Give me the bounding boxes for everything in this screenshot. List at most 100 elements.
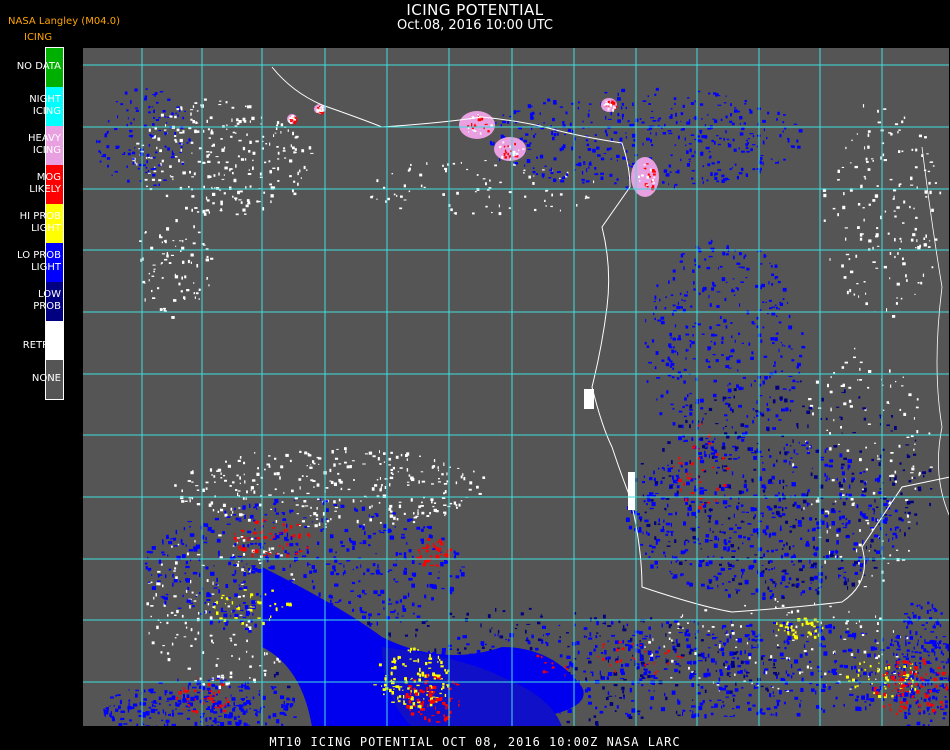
cloud-pixel <box>222 503 226 507</box>
cloud-pixel <box>906 625 909 628</box>
cloud-pixel <box>776 332 779 335</box>
cloud-pixel <box>801 508 803 511</box>
cloud-pixel <box>793 123 798 125</box>
cloud-pixel <box>933 623 936 626</box>
cloud-pixel <box>362 611 367 614</box>
cloud-pixel <box>559 654 563 658</box>
cloud-pixel <box>596 620 599 626</box>
cloud-pixel <box>148 111 151 114</box>
cloud-pixel <box>638 631 643 635</box>
cloud-pixel <box>877 121 881 124</box>
cloud-pixel <box>677 352 679 356</box>
cloud-pixel <box>589 161 592 164</box>
cloud-pixel <box>177 607 182 609</box>
cloud-pixel <box>264 673 267 677</box>
cloud-pixel <box>397 471 399 473</box>
cloud-pixel <box>935 636 938 639</box>
cloud-pixel <box>714 703 718 708</box>
cloud-pixel <box>734 107 737 109</box>
cloud-pixel <box>675 511 677 516</box>
cloud-pixel <box>250 570 256 574</box>
cloud-pixel <box>456 191 459 195</box>
cloud-pixel <box>643 668 645 671</box>
cloud-pixel <box>691 705 696 708</box>
cloud-pixel <box>218 715 222 717</box>
cloud-pixel <box>164 129 167 131</box>
cloud-pixel <box>444 560 447 564</box>
cloud-pixel <box>326 508 329 512</box>
cloud-pixel <box>187 521 192 523</box>
cloud-pixel <box>97 140 101 143</box>
cloud-pixel <box>719 137 722 140</box>
cloud-pixel <box>762 119 766 123</box>
cloud-pixel <box>774 304 777 306</box>
cloud-pixel <box>934 609 938 612</box>
cloud-pixel <box>690 305 693 308</box>
cloud-pixel <box>905 635 907 639</box>
cloud-pixel <box>294 148 297 151</box>
cloud-pixel <box>694 258 696 263</box>
cloud-pixel <box>893 670 896 673</box>
cloud-pixel <box>286 523 288 528</box>
cloud-pixel <box>247 173 252 175</box>
cloud-pixel <box>762 380 765 385</box>
cloud-pixel <box>894 123 899 126</box>
cloud-pixel <box>557 132 559 136</box>
cloud-pixel <box>547 98 551 102</box>
cloud-pixel <box>772 691 774 694</box>
cloud-pixel <box>749 110 753 114</box>
cloud-pixel <box>710 658 715 663</box>
cloud-pixel <box>498 212 502 216</box>
cloud-pixel <box>928 713 931 715</box>
cloud-pixel <box>218 554 220 558</box>
cloud-pixel <box>220 472 222 475</box>
cloud-pixel <box>594 173 599 176</box>
cloud-pixel <box>151 701 155 703</box>
cloud-pixel <box>900 240 902 243</box>
cloud-pixel <box>905 274 907 278</box>
cloud-pixel <box>132 162 135 165</box>
cloud-pixel <box>692 182 696 185</box>
cloud-pixel <box>770 685 773 688</box>
cloud-pixel <box>432 505 435 508</box>
cloud-pixel <box>708 454 710 459</box>
cloud-pixel <box>333 463 336 467</box>
cloud-pixel <box>231 655 233 657</box>
cloud-pixel <box>916 642 919 646</box>
cloud-pixel <box>362 525 365 530</box>
cloud-pixel <box>857 226 860 229</box>
cloud-pixel <box>668 513 673 516</box>
cloud-pixel <box>872 160 874 162</box>
icing-map[interactable] <box>82 47 950 727</box>
cloud-pixel <box>319 497 321 501</box>
cloud-pixel <box>931 208 934 212</box>
cloud-pixel <box>705 146 710 150</box>
cloud-pixel <box>767 586 770 590</box>
cloud-pixel <box>802 405 805 408</box>
cloud-pixel <box>669 115 673 119</box>
cloud-pixel <box>262 695 266 700</box>
cloud-pixel <box>727 142 730 146</box>
cloud-pixel <box>143 97 147 101</box>
cloud-pixel <box>908 480 912 483</box>
cloud-pixel <box>144 178 148 181</box>
cloud-pixel <box>709 527 711 532</box>
cloud-pixel <box>273 674 276 678</box>
cloud-pixel <box>728 563 732 567</box>
cloud-pixel <box>231 106 235 109</box>
cloud-pixel <box>894 640 898 642</box>
cloud-pixel <box>809 517 813 521</box>
cloud-pixel <box>771 593 774 597</box>
cloud-pixel <box>693 281 695 285</box>
cloud-pixel <box>910 184 914 186</box>
cloud-pixel <box>792 503 795 507</box>
cloud-pixel <box>873 534 879 538</box>
cloud-pixel <box>776 699 781 702</box>
cloud-pixel <box>514 627 518 630</box>
cloud-pixel <box>704 509 707 513</box>
cloud-pixel <box>306 465 308 467</box>
cloud-pixel <box>824 672 827 676</box>
cloud-pixel <box>237 490 241 492</box>
cloud-pixel <box>163 240 167 243</box>
cloud-pixel <box>455 481 458 485</box>
